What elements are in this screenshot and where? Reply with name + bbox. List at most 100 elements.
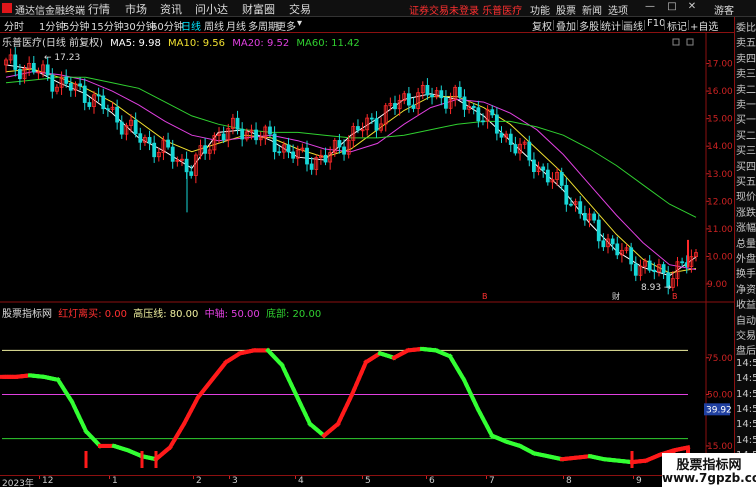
ma-label: MA60: 11.42	[296, 38, 360, 49]
ma-line	[5, 76, 697, 218]
candle-body	[527, 141, 532, 161]
candle-body	[356, 126, 360, 131]
period-15min[interactable]: 15分钟	[91, 18, 124, 33]
side-panel-label: 卖一	[736, 100, 756, 111]
candle-body	[17, 69, 22, 80]
function-button[interactable]: 功能	[530, 2, 550, 17]
y-tick-label: 75.00	[707, 354, 733, 364]
login-status[interactable]: 证券交易未登录 乐普医疗	[409, 2, 522, 17]
menu-ask[interactable]: 问小达	[195, 1, 228, 17]
period-60min[interactable]: 60分钟	[151, 18, 184, 33]
close-icon[interactable]: ✕	[686, 1, 698, 13]
minimize-icon[interactable]: —	[644, 1, 656, 13]
candle-body	[254, 129, 258, 141]
x-tick	[426, 476, 427, 479]
statistics-button[interactable]: 统计	[601, 18, 621, 33]
candle-body	[406, 93, 411, 106]
x-tick-label: 3	[232, 476, 238, 486]
divider	[577, 20, 578, 30]
candle-body	[532, 159, 536, 172]
app-logo	[2, 3, 12, 13]
candle-body	[138, 133, 143, 143]
menu-wealth-circle[interactable]: 财富圈	[242, 1, 275, 17]
period-monthly[interactable]: 月线	[226, 18, 246, 33]
adjust-button[interactable]: 复权	[532, 18, 552, 33]
candle-body	[170, 146, 175, 162]
indicator-chart[interactable]: 75.00 50.00 15.00 39.92	[0, 303, 734, 475]
candle-body	[596, 219, 601, 242]
chevron-down-icon[interactable]: ▾	[297, 18, 302, 29]
side-panel-label: 卖五	[736, 38, 756, 50]
options-button[interactable]: 选项	[608, 2, 628, 17]
watermark: 股票指标网 www.7gpzb.com	[662, 453, 756, 487]
x-tick	[362, 476, 363, 479]
side-panel-label: 买三	[736, 146, 756, 158]
menu-market[interactable]: 市场	[125, 1, 147, 17]
watermark-url: www.7gpzb.com	[662, 471, 756, 485]
f10-button[interactable]: F10	[647, 18, 665, 29]
candle-body	[439, 90, 444, 99]
draw-line-button[interactable]: 画线	[623, 18, 643, 33]
candle-body	[64, 76, 69, 84]
x-tick	[563, 476, 564, 479]
add-favorite-button[interactable]: +自选	[690, 18, 718, 33]
candle-body	[513, 144, 518, 154]
candle-body	[499, 132, 504, 138]
x-tick-label: 12	[42, 476, 54, 486]
multi-stock-button[interactable]: 多股	[579, 18, 599, 33]
stock-chart-title: 乐普医疗(日线 前复权)	[2, 38, 103, 49]
mark-button[interactable]: 标记	[667, 18, 687, 33]
menu-trade[interactable]: 交易	[289, 1, 311, 17]
main-chart-legend: 乐普医疗(日线 前复权) MA5: 9.98 MA10: 9.56 MA20: …	[2, 34, 360, 49]
low-price-label: 8.93 →	[641, 283, 672, 293]
candle-body	[291, 151, 296, 159]
period-intraday[interactable]: 分时	[4, 18, 24, 33]
candle-body	[494, 114, 499, 134]
buy-signal-bar	[154, 451, 158, 468]
period-weekly[interactable]: 周线	[204, 18, 224, 33]
candle-body	[133, 119, 138, 135]
period-5min[interactable]: 5分钟	[63, 18, 89, 33]
maximize-icon[interactable]: □	[666, 1, 678, 13]
menu-market-quotes[interactable]: 行情	[88, 1, 110, 17]
stock-button[interactable]: 股票	[556, 2, 576, 17]
side-panel-label: 换手	[736, 269, 756, 281]
candle-body	[508, 133, 513, 145]
level-label: 中轴: 50.00	[204, 309, 260, 320]
candle-body	[569, 203, 573, 206]
menu-news[interactable]: 资讯	[160, 1, 182, 17]
period-more[interactable]: 更多	[276, 18, 296, 33]
side-panel-label: 收益	[736, 300, 756, 312]
y-tick-label: 16.00	[707, 87, 733, 97]
candle-body	[31, 63, 36, 73]
side-panel-label: 涨幅	[736, 223, 756, 235]
period-multi[interactable]: 多周期	[248, 18, 278, 33]
side-panel-label: 自动	[736, 315, 756, 327]
candle-body	[578, 201, 583, 214]
candle-body	[610, 238, 615, 245]
candle-body	[444, 97, 448, 109]
candle-body	[430, 94, 434, 98]
side-panel-label: 买二	[736, 130, 756, 142]
x-tick-label: 2	[196, 476, 202, 486]
divider	[688, 20, 689, 30]
candle-body	[369, 117, 374, 120]
side-panel-label: 卖四	[736, 53, 756, 65]
side-panel-label: 委比	[736, 23, 756, 34]
candle-body	[481, 120, 485, 123]
title-bar: 通达信金融终端 行情 市场 资讯 问小达 财富圈 交易 证券交易未登录 乐普医疗…	[0, 0, 756, 17]
y-tick-label: 10.00	[707, 252, 733, 262]
candle-body	[411, 104, 416, 109]
candle-body	[189, 171, 194, 176]
indicator-name: 股票指标网	[2, 309, 52, 320]
period-1min[interactable]: 1分钟	[39, 18, 65, 33]
news-button[interactable]: 新闻	[582, 2, 602, 17]
x-tick-label: 1	[112, 476, 118, 486]
period-daily[interactable]: 日线	[181, 18, 201, 33]
guest-label[interactable]: 游客	[714, 2, 734, 17]
candle-body	[45, 64, 50, 76]
kline-chart[interactable]: 17.00 16.00 15.00 14.00 13.00 12.00 11.00 10.00…	[0, 33, 734, 303]
panel-option-icon	[686, 38, 694, 46]
candle-body	[629, 247, 634, 265]
overlay-button[interactable]: 叠加	[556, 18, 576, 33]
